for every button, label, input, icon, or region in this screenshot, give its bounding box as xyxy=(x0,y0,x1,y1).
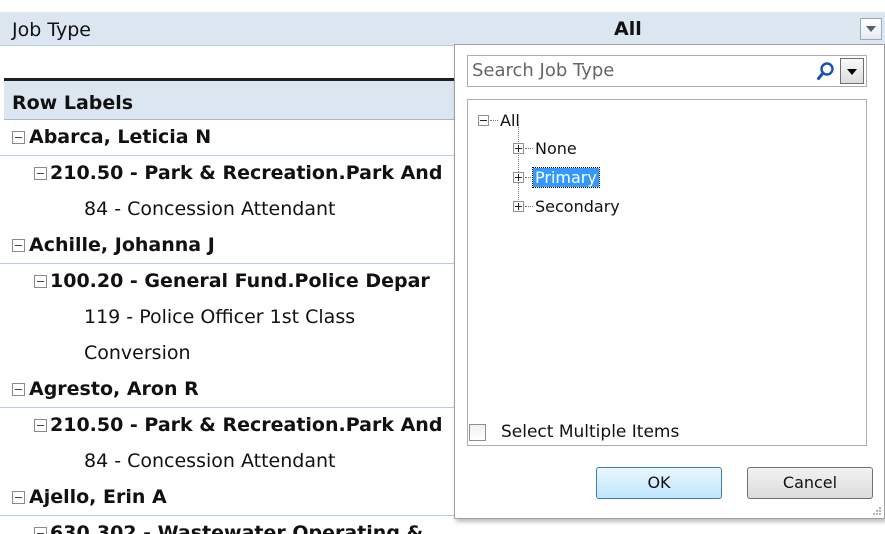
search-icon[interactable] xyxy=(816,61,836,81)
expand-icon[interactable] xyxy=(513,172,524,183)
select-multiple-checkbox[interactable] xyxy=(469,424,486,441)
collapse-icon[interactable] xyxy=(12,383,25,396)
collapse-icon[interactable] xyxy=(34,167,47,180)
row-labels-header: Row Labels xyxy=(4,78,474,120)
collapse-icon[interactable] xyxy=(12,491,25,504)
collapse-icon[interactable] xyxy=(34,419,47,432)
cancel-button[interactable]: Cancel xyxy=(747,467,873,499)
chevron-down-icon xyxy=(847,69,857,75)
pivot-row-label: 630.302 - Wastewater Operating & xyxy=(50,522,424,534)
pivot-row[interactable]: 84 - Concession Attendant xyxy=(0,192,470,228)
report-filter-row: Job Type All xyxy=(0,12,885,46)
collapse-icon[interactable] xyxy=(12,239,25,252)
pivot-row[interactable]: Abarca, Leticia N xyxy=(0,120,470,156)
pivot-row-label: 210.50 - Park & Recreation.Park And xyxy=(50,414,443,436)
collapse-icon[interactable] xyxy=(478,115,489,126)
pivot-row-label: Ajello, Erin A xyxy=(29,486,167,508)
tree-connector xyxy=(525,148,533,149)
chevron-down-icon xyxy=(866,26,876,32)
tree-connector xyxy=(525,177,533,178)
resize-grip-icon[interactable] xyxy=(872,506,882,516)
pivot-row-label: 100.20 - General Fund.Police Depar xyxy=(50,270,430,292)
tree-connector xyxy=(518,124,519,212)
filter-dropdown-panel: Search Job Type All None Primary Seconda… xyxy=(454,44,885,519)
tree-node-label[interactable]: None xyxy=(533,139,579,158)
select-multiple-label[interactable]: Select Multiple Items xyxy=(501,422,679,442)
expand-icon[interactable] xyxy=(513,201,524,212)
tree-connector xyxy=(525,206,533,207)
collapse-icon[interactable] xyxy=(34,275,47,288)
search-input[interactable]: Search Job Type xyxy=(472,60,614,81)
pivot-row[interactable]: 84 - Concession Attendant xyxy=(0,444,470,480)
pivot-row-label: Conversion xyxy=(84,342,191,364)
pivot-row[interactable]: 119 - Police Officer 1st Class xyxy=(0,300,470,336)
pivot-row[interactable]: 210.50 - Park & Recreation.Park And xyxy=(0,156,470,192)
pivot-row[interactable]: Ajello, Erin A xyxy=(0,480,470,516)
pivot-row-label: Agresto, Aron R xyxy=(29,378,199,400)
search-options-button[interactable] xyxy=(840,58,864,84)
ok-button[interactable]: OK xyxy=(596,467,722,499)
pivot-row-label: 119 - Police Officer 1st Class xyxy=(84,306,356,328)
tree-connector xyxy=(490,120,498,121)
item-tree[interactable]: All None Primary Secondary xyxy=(467,99,867,446)
filter-value: All xyxy=(614,18,642,40)
pivot-row[interactable]: 100.20 - General Fund.Police Depar xyxy=(0,264,470,300)
pivot-row-label: Achille, Johanna J xyxy=(29,234,215,256)
filter-label: Job Type xyxy=(12,19,91,41)
pivot-row[interactable]: Agresto, Aron R xyxy=(0,372,470,408)
pivot-row-label: 84 - Concession Attendant xyxy=(84,450,336,472)
row-labels-title: Row Labels xyxy=(12,92,134,114)
pivot-row[interactable]: Conversion xyxy=(0,336,470,372)
pivot-row-label: 210.50 - Park & Recreation.Park And xyxy=(50,162,443,184)
collapse-icon[interactable] xyxy=(12,131,25,144)
pivot-row[interactable]: 210.50 - Park & Recreation.Park And xyxy=(0,408,470,444)
collapse-icon[interactable] xyxy=(34,527,47,534)
pivot-row[interactable]: 630.302 - Wastewater Operating & xyxy=(0,516,470,534)
expand-icon[interactable] xyxy=(513,143,524,154)
pivot-row[interactable]: Achille, Johanna J xyxy=(0,228,470,264)
pivot-row-label: Abarca, Leticia N xyxy=(29,126,212,148)
pivot-row-label: 84 - Concession Attendant xyxy=(84,198,336,220)
search-box[interactable]: Search Job Type xyxy=(467,55,867,87)
tree-node-label-selected[interactable]: Primary xyxy=(532,167,600,188)
filter-dropdown-button[interactable] xyxy=(860,18,882,40)
tree-node-label[interactable]: Secondary xyxy=(533,197,622,216)
